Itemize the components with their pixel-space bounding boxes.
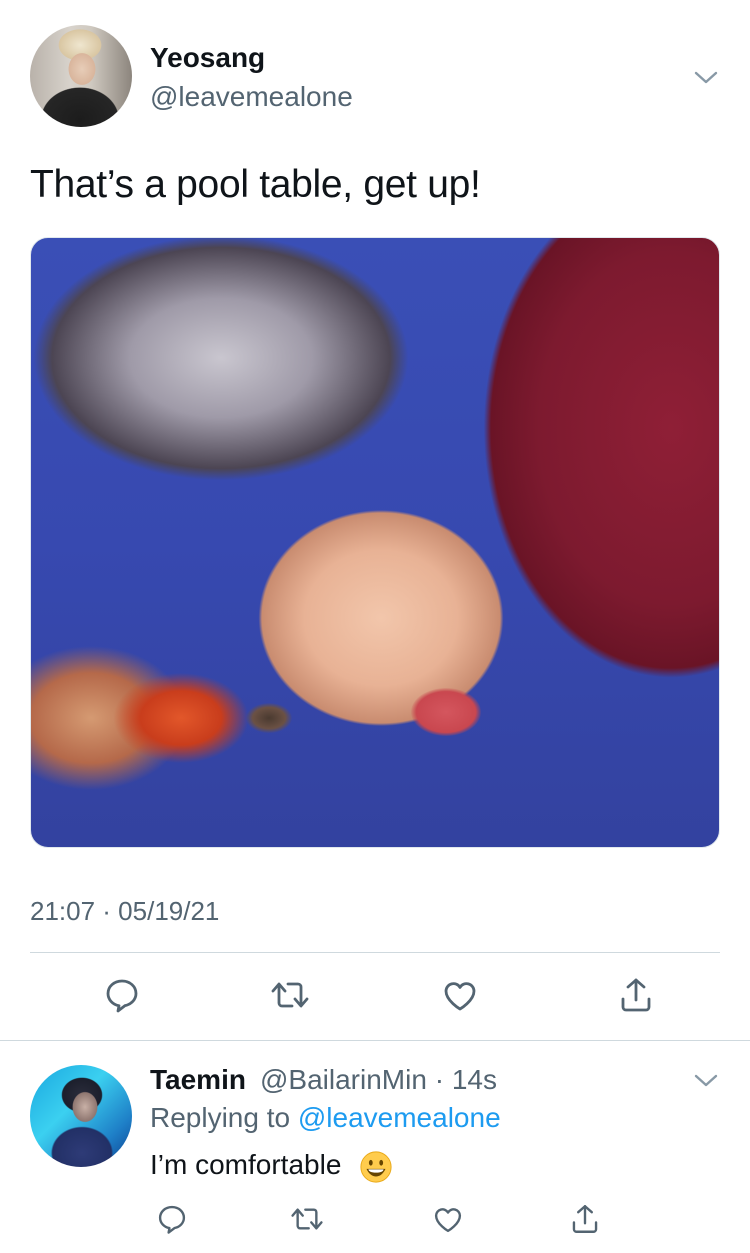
heart-icon	[444, 982, 476, 1011]
retweet-button[interactable]	[268, 973, 312, 1017]
like-button[interactable]	[438, 973, 482, 1017]
tweet-timestamp[interactable]: 21:07 · 05/19/21	[30, 896, 219, 927]
share-button[interactable]	[614, 973, 658, 1017]
reply-button[interactable]	[100, 973, 144, 1017]
reply-author-meta: @BailarinMin · 14s	[260, 1064, 497, 1096]
reply-text-body: I’m comfortable	[150, 1149, 342, 1180]
reply-actions	[150, 1197, 720, 1241]
chevron-down-icon[interactable]	[692, 1066, 720, 1094]
divider	[0, 1040, 750, 1041]
retweet-icon	[271, 982, 309, 1008]
tweet-text: That’s a pool table, get up!	[30, 163, 481, 206]
grinning-face-emoji-icon	[360, 1151, 392, 1183]
share-icon	[572, 1205, 598, 1233]
photo-detail	[246, 703, 292, 733]
reply-author-name[interactable]: Taemin	[150, 1064, 246, 1096]
reply-share-button[interactable]	[563, 1197, 607, 1241]
tweet-actions	[30, 973, 720, 1023]
replying-to-label: Replying to	[150, 1102, 291, 1133]
author-name[interactable]: Yeosang	[150, 42, 265, 74]
reply-retweet-button[interactable]	[285, 1197, 329, 1241]
reply-age: 14s	[451, 1064, 497, 1095]
author-avatar[interactable]	[30, 25, 132, 127]
photo-detail	[411, 688, 481, 736]
retweet-icon	[291, 1208, 323, 1230]
reply-tweet[interactable]: Taemin @BailarinMin · 14s Replying to @l…	[30, 1062, 720, 1252]
comment-icon	[106, 979, 138, 1013]
heart-icon	[434, 1208, 462, 1233]
replying-to-line: Replying to @leavemealone	[150, 1102, 501, 1134]
author-handle[interactable]: @leavemealone	[150, 81, 353, 113]
reply-author-handle[interactable]: @BailarinMin	[260, 1064, 427, 1095]
divider	[30, 952, 720, 953]
reply-text: I’m comfortable	[150, 1149, 393, 1184]
replying-to-handle[interactable]: @leavemealone	[298, 1102, 501, 1133]
comment-icon	[158, 1205, 186, 1234]
reply-author-avatar[interactable]	[30, 1065, 132, 1167]
meta-separator: ·	[426, 1064, 452, 1095]
tweet-photo[interactable]	[30, 237, 720, 848]
reply-reply-button[interactable]	[150, 1197, 194, 1241]
reply-like-button[interactable]	[426, 1197, 470, 1241]
tweet-header: Yeosang @leavemealone	[30, 25, 720, 127]
chevron-down-icon[interactable]	[692, 63, 720, 91]
share-icon	[621, 978, 651, 1012]
